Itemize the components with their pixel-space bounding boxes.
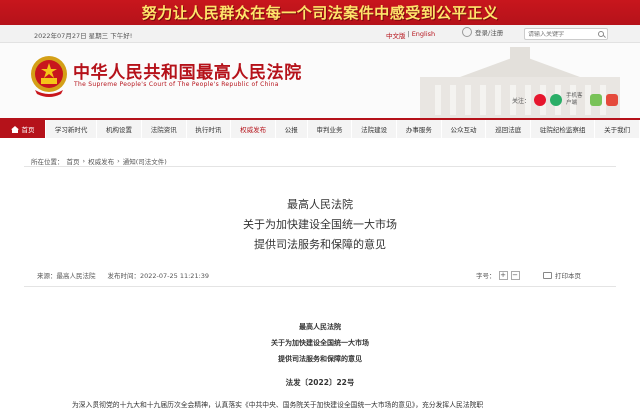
- breadcrumb: 所在位置： 首页 › 权威发布 › 通知(司法文件): [31, 156, 167, 166]
- breadcrumb-link-release[interactable]: 权威发布: [88, 156, 114, 166]
- article: 最高人民法院 关于为加快建设全国统一大市场 提供司法服务和保障的意见 来源：最高…: [24, 170, 616, 411]
- article-title-line: 关于为加快建设全国统一大市场: [243, 218, 397, 231]
- national-emblem-logo: [31, 56, 67, 97]
- document-number: 法发〔2022〕22号: [285, 378, 355, 387]
- court-building-image: [420, 47, 620, 118]
- site-subtitle: The Supreme People's Court of The People…: [74, 81, 279, 88]
- nav-item-enforcement-news[interactable]: 执行时讯: [187, 120, 232, 138]
- search-box: [524, 28, 608, 40]
- nav-home[interactable]: 首页: [0, 120, 46, 138]
- language-switch: 中文版 | English: [386, 30, 435, 40]
- printer-icon: [543, 271, 552, 279]
- font-decrease-button[interactable]: −: [510, 270, 520, 280]
- lang-separator: |: [407, 30, 410, 38]
- home-icon: [10, 125, 19, 133]
- site-header: 中华人民共和国最高人民法院 The Supreme People's Court…: [0, 43, 640, 118]
- nav-item-organization[interactable]: 机构设置: [97, 120, 142, 138]
- user-icon: [462, 27, 472, 37]
- nav-item-circuit-court[interactable]: 巡回法庭: [486, 120, 532, 138]
- divider: [24, 286, 616, 287]
- breadcrumb-link-notice[interactable]: 通知(司法文件): [123, 156, 167, 166]
- document-heading-line: 最高人民法院: [299, 323, 341, 331]
- nav-item-discipline-group[interactable]: 驻院纪检监察组: [531, 120, 596, 138]
- time-label: 发布时间：: [107, 272, 141, 280]
- breadcrumb-separator: ›: [82, 157, 86, 165]
- article-meta: 来源：最高人民法院 发布时间：2022-07-25 11:21:39: [37, 270, 209, 280]
- date-text: 2022年07月27日 星期三 下午好!: [34, 32, 133, 40]
- follow-label: 关注：: [512, 97, 531, 105]
- nav-item-authoritative-release[interactable]: 权威发布: [231, 120, 276, 138]
- social-links: 关注： 手机客户端: [512, 93, 619, 107]
- wechat-icon[interactable]: [550, 94, 563, 106]
- article-body-paragraph: 为深入贯彻党的十九大和十九届历次全会精神，认真落实《中共中央、国务院关于加快建设…: [72, 401, 484, 409]
- breadcrumb-label: 所在位置：: [31, 158, 64, 166]
- nav-item-gazette[interactable]: 公报: [276, 120, 308, 138]
- apple-icon[interactable]: [606, 94, 619, 106]
- search-input[interactable]: [525, 30, 595, 38]
- weibo-icon[interactable]: [534, 94, 547, 106]
- nav-item-services[interactable]: 办事服务: [397, 120, 442, 138]
- client-label[interactable]: 手机客户端: [566, 93, 586, 107]
- lang-english-link[interactable]: English: [412, 30, 435, 40]
- login-link[interactable]: 登录/注册: [462, 27, 503, 37]
- article-title-line: 最高人民法院: [287, 198, 353, 211]
- nav-item-about-us[interactable]: 关于我们: [595, 120, 640, 138]
- font-size-control: 字号： + −: [476, 270, 520, 280]
- nav-item-trial-business[interactable]: 审判业务: [308, 120, 353, 138]
- document-heading-line: 关于为加快建设全国统一大市场: [271, 339, 369, 347]
- print-label: 打印本页: [555, 272, 581, 280]
- nav-item-court-news[interactable]: 法院资讯: [142, 120, 187, 138]
- login-label: 登录/注册: [475, 29, 504, 37]
- font-increase-button[interactable]: +: [498, 270, 508, 280]
- slogan-text: 努力让人民群众在每一个司法案件中感受到公平正义: [141, 4, 499, 22]
- utility-bar: 2022年07月27日 星期三 下午好! 中文版 | English 登录/注册: [0, 25, 640, 43]
- source-value: 最高人民法院: [56, 272, 96, 280]
- nav-item-learning[interactable]: 学习新时代: [46, 120, 98, 138]
- top-slogan-banner: 努力让人民群众在每一个司法案件中感受到公平正义: [0, 0, 640, 25]
- nav-item-public-interaction[interactable]: 公众互动: [442, 120, 487, 138]
- nav-home-label: 首页: [21, 126, 35, 134]
- document-heading-line: 提供司法服务和保障的意见: [278, 355, 362, 363]
- breadcrumb-link-home[interactable]: 首页: [67, 156, 80, 166]
- print-button[interactable]: 打印本页: [543, 270, 581, 280]
- nav-item-court-building[interactable]: 法院建设: [352, 120, 397, 138]
- divider: [24, 166, 616, 167]
- lang-chinese-link[interactable]: 中文版: [386, 30, 406, 40]
- android-icon[interactable]: [590, 94, 603, 106]
- search-icon[interactable]: [598, 31, 604, 37]
- time-value: 2022-07-25 11:21:39: [140, 272, 210, 280]
- breadcrumb-separator: ›: [117, 157, 120, 165]
- source-label: 来源：: [37, 272, 57, 280]
- site-title[interactable]: 中华人民共和国最高人民法院: [73, 58, 302, 83]
- font-size-label: 字号：: [476, 272, 496, 280]
- main-navigation: 首页 学习新时代 机构设置 法院资讯 执行时讯 权威发布 公报 审判业务 法院建…: [0, 118, 640, 138]
- article-title-line: 提供司法服务和保障的意见: [254, 238, 386, 251]
